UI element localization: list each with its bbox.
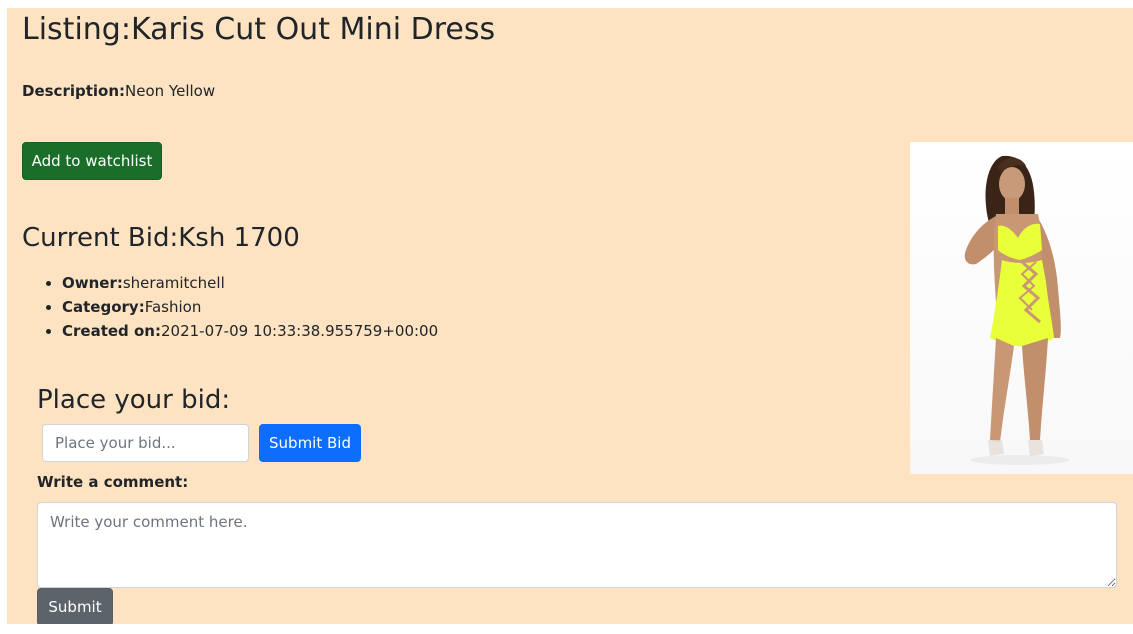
add-to-watchlist-button[interactable]: Add to watchlist: [22, 142, 162, 180]
detail-label: Owner:: [62, 274, 123, 292]
detail-value: Fashion: [144, 298, 202, 316]
listing-details: Owner:sheramitchell Category:Fashion Cre…: [22, 271, 438, 343]
current-bid: Current Bid:Ksh 1700: [22, 223, 300, 253]
submit-bid-button[interactable]: Submit Bid: [259, 424, 361, 462]
comment-label: Write a comment:: [37, 473, 189, 491]
detail-value: 2021-07-09 10:33:38.955759+00:00: [161, 322, 439, 340]
page-title: Listing:Karis Cut Out Mini Dress: [22, 12, 496, 47]
description-label: Description:: [22, 82, 126, 100]
description-value: Neon Yellow: [125, 82, 216, 100]
submit-comment-button[interactable]: Submit: [37, 588, 113, 624]
model-photo-icon: [964, 155, 1070, 465]
place-bid-heading: Place your bid:: [37, 385, 231, 415]
listing-page: Listing:Karis Cut Out Mini Dress Descrip…: [7, 8, 1133, 624]
detail-category: Category:Fashion: [62, 295, 438, 319]
detail-created-on: Created on:2021-07-09 10:33:38.955759+00…: [62, 319, 438, 343]
detail-value: sheramitchell: [122, 274, 225, 292]
detail-label: Created on:: [62, 322, 161, 340]
comment-textarea[interactable]: [37, 502, 1117, 588]
listing-image: [910, 142, 1133, 474]
description: Description:Neon Yellow: [22, 80, 215, 102]
detail-label: Category:: [62, 298, 145, 316]
detail-owner: Owner:sheramitchell: [62, 271, 438, 295]
bid-amount-input[interactable]: [42, 424, 249, 462]
